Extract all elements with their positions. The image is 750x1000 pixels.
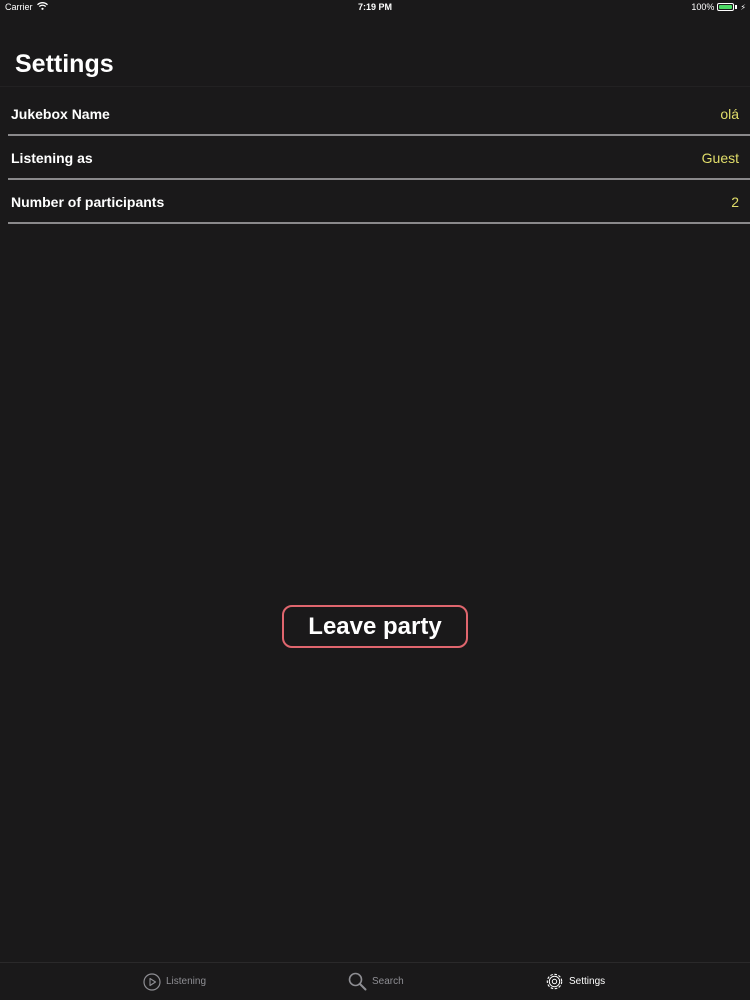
participants-value: 2 — [731, 194, 739, 210]
listening-as-label: Listening as — [11, 150, 93, 166]
tab-search-label: Search — [372, 976, 404, 987]
charging-bolt-icon: ⚡ — [740, 2, 746, 12]
search-icon — [348, 972, 367, 991]
battery-icon — [717, 3, 735, 11]
play-circle-icon — [143, 972, 161, 991]
listening-as-value: Guest — [701, 150, 739, 166]
tab-listening-label: Listening — [166, 976, 207, 987]
battery-level-fill — [719, 5, 733, 9]
gear-icon — [545, 972, 564, 991]
jukebox-name-value: olá — [720, 106, 739, 122]
status-right: 100% ⚡ — [691, 2, 746, 12]
settings-screen: Carrier 7:19 PM 100% ⚡ Settings Jukebox … — [0, 0, 750, 1000]
settings-row-jukebox-name: Jukebox Name olá — [0, 92, 750, 136]
leave-party-button[interactable]: Leave party — [282, 605, 468, 648]
settings-row-listening-as: Listening as Guest — [0, 136, 750, 180]
tab-settings[interactable]: Settings — [545, 963, 605, 1000]
settings-list: Jukebox Name olá Listening as Guest Numb… — [0, 92, 750, 224]
tab-listening[interactable]: Listening — [143, 963, 206, 1000]
participants-label: Number of participants — [11, 194, 165, 210]
tab-settings-label: Settings — [569, 976, 606, 987]
settings-row-participants: Number of participants 2 — [0, 180, 750, 224]
status-time: 7:19 PM — [357, 2, 392, 12]
battery-percent: 100% — [691, 2, 715, 12]
jukebox-name-label: Jukebox Name — [11, 106, 110, 122]
status-bar: Carrier 7:19 PM 100% ⚡ — [0, 0, 750, 16]
battery-cap — [735, 5, 738, 9]
page-title: Settings — [15, 50, 114, 78]
tab-bar: Listening Search Settings — [0, 962, 750, 1000]
nav-divider — [0, 86, 750, 87]
tab-search[interactable]: Search — [348, 963, 404, 1000]
